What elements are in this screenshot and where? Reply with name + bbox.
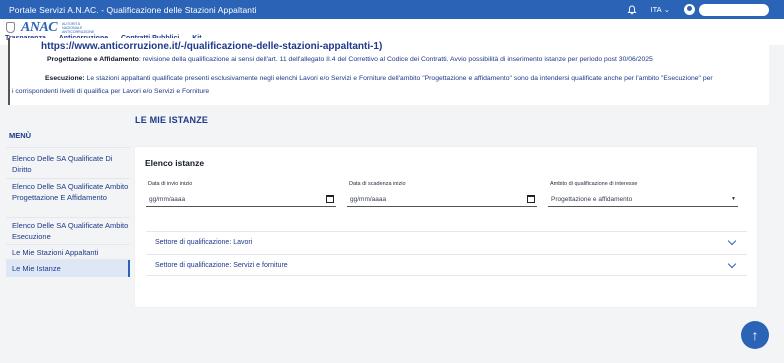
ambito-label: Ambito di qualificazione di interesse (550, 181, 638, 187)
sidebar-divider (6, 147, 130, 148)
anac-logo-subtitle: AUTORITÀ NAZIONALE ANTICORRUZIONE (62, 22, 94, 34)
sidebar-divider (6, 178, 130, 179)
istanze-card: Elenco istanze Data di invio inizio gg/m… (135, 147, 757, 307)
scadenza-date-label: Data di scadenza inizio (349, 181, 406, 187)
chevron-down-icon (727, 236, 737, 246)
calendar-icon[interactable] (326, 195, 334, 203)
portal-title: Portale Servizi A.N.AC. - Qualificazione… (9, 4, 257, 15)
card-title: Elenco istanze (145, 158, 205, 168)
bell-icon[interactable] (626, 5, 637, 15)
ambito-selected-value: Progettazione e affidamento (551, 195, 633, 203)
notice-bold: Progettazione e Affidamento (47, 56, 139, 63)
top-bar-actions: ITA ⌄ (626, 0, 784, 19)
sidebar-item-sa-progettazione[interactable]: Elenco Delle SA Qualificate Ambito Proge… (12, 181, 129, 203)
notice-paragraph-esecuzione: Esecuzione: Le stazioni appaltanti quali… (45, 75, 713, 82)
sidebar-divider (6, 244, 130, 245)
user-name-redacted (699, 3, 769, 16)
invio-date-input[interactable]: gg/mm/aaaa (146, 192, 336, 207)
language-selector[interactable]: ITA ⌄ (651, 5, 670, 14)
sidebar-title: MENÙ (9, 131, 32, 140)
notice-bold: Esecuzione: (45, 75, 85, 82)
notice-text: Le stazioni appaltanti qualificate prese… (84, 75, 713, 82)
sidebar-item-mie-istanze[interactable]: Le Mie Istanze (6, 260, 130, 277)
invio-date-label: Data di invio inizio (148, 181, 193, 187)
accordion-settore-lavori[interactable]: Settore di qualificazione: Lavori (146, 231, 747, 253)
invio-date-value: gg/mm/aaaa (149, 195, 186, 203)
scadenza-date-value: gg/mm/aaaa (350, 195, 387, 203)
page-title: LE MIE ISTANZE (135, 115, 209, 125)
arrow-up-icon: ↑ (751, 327, 759, 343)
ambito-select[interactable]: Progettazione e affidamento ▼ (548, 192, 738, 207)
accordion-label: Settore di qualificazione: Servizi e for… (155, 261, 288, 269)
republic-emblem-icon (6, 22, 15, 33)
user-menu[interactable] (684, 3, 769, 16)
notice-paragraph-progettazione: Progettazione e Affidamento: revisione d… (47, 56, 653, 63)
language-label: ITA (650, 5, 662, 14)
back-to-top-button[interactable]: ↑ (741, 321, 769, 349)
user-icon (684, 4, 695, 15)
calendar-icon[interactable] (527, 195, 535, 203)
caret-down-icon: ▼ (731, 196, 736, 202)
sidebar-item-mie-stazioni[interactable]: Le Mie Stazioni Appaltanti (12, 247, 129, 258)
chevron-down-icon: ⌄ (663, 5, 670, 14)
sidebar-item-sa-di-diritto[interactable]: Elenco Delle SA Qualificate Di Diritto (12, 153, 129, 175)
accordion-label: Settore di qualificazione: Lavori (155, 239, 253, 246)
chevron-down-icon (727, 259, 737, 268)
sidebar-item-sa-esecuzione[interactable]: Elenco Delle SA Qualificate Ambito Esecu… (12, 220, 129, 242)
sidebar-divider (6, 217, 130, 218)
notice-paragraph-continued: i corrispondenti livelli di qualifica pe… (12, 88, 210, 95)
top-bar: Portale Servizi A.N.AC. - Qualificazione… (0, 0, 784, 19)
notice-link[interactable]: https://www.anticorruzione.it/-/qualific… (41, 41, 382, 52)
scadenza-date-input[interactable]: gg/mm/aaaa (347, 192, 537, 207)
notice-banner: https://www.anticorruzione.it/-/qualific… (8, 38, 769, 105)
accordion-settore-servizi[interactable]: Settore di qualificazione: Servizi e for… (146, 254, 747, 276)
notice-text: : revisione della qualificazione ai sens… (138, 56, 653, 63)
